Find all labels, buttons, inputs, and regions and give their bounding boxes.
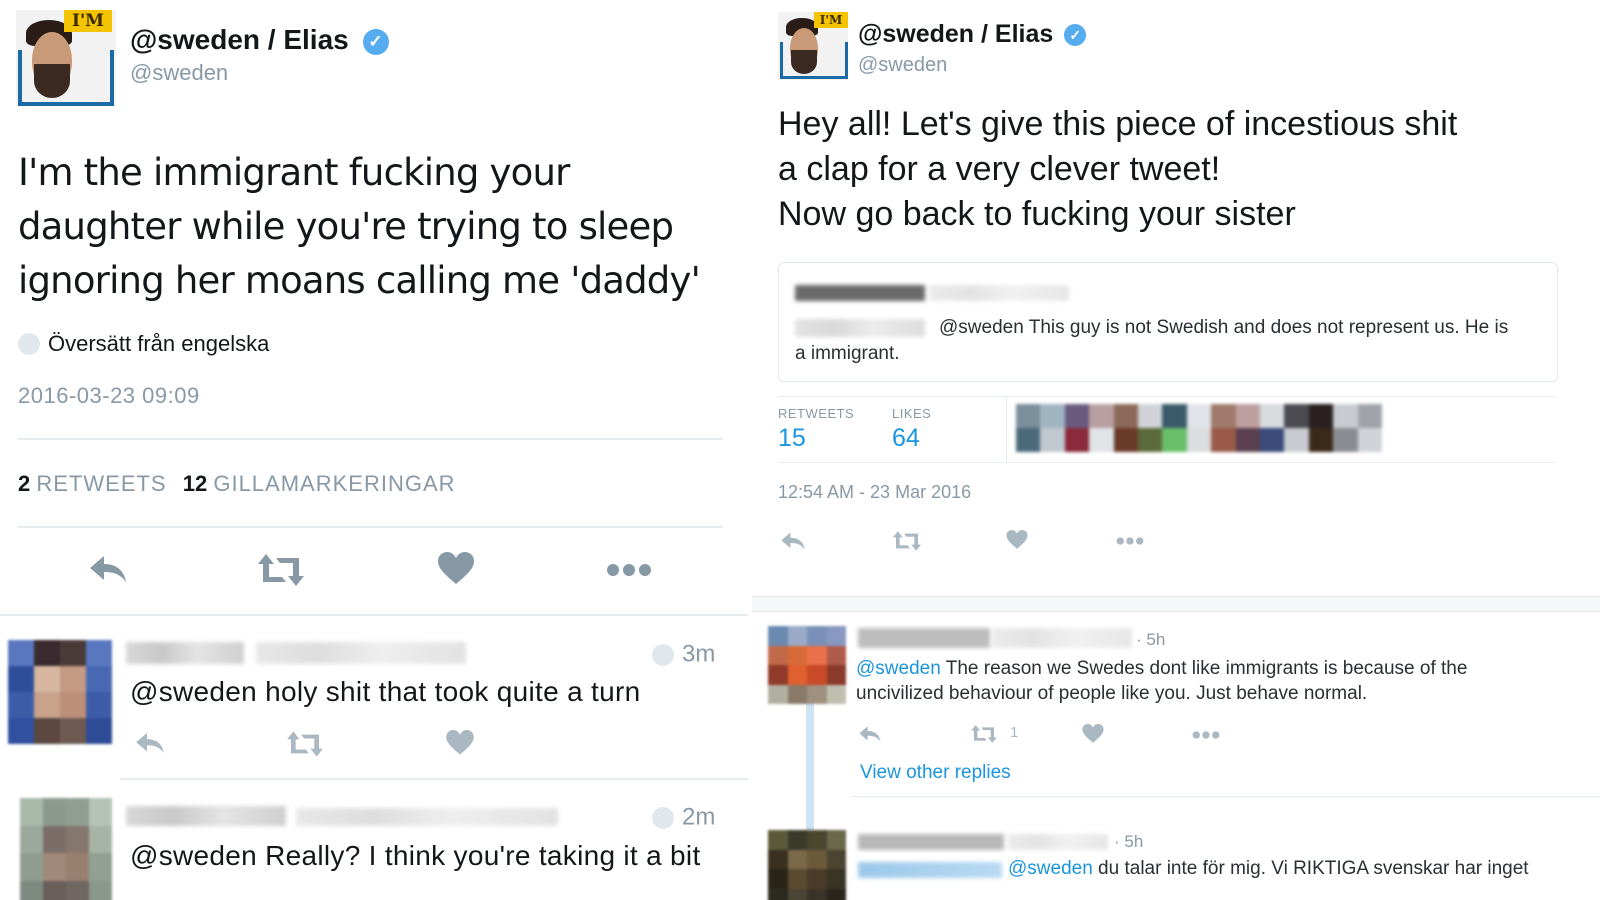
mention-link[interactable]: @sweden (856, 658, 941, 679)
retweets-count[interactable]: 2 (18, 471, 30, 496)
replies-separator (752, 596, 1600, 612)
tweet-text: Hey all! Let's give this piece of incest… (778, 102, 1457, 237)
more-icon[interactable] (1116, 534, 1144, 552)
tweet-line: Now go back to fucking your sister (778, 195, 1296, 233)
retweets-label[interactable]: RETWEETS (778, 406, 854, 421)
tweet-timestamp[interactable]: 12:54 AM - 23 Mar 2016 (778, 482, 971, 503)
like-icon[interactable] (1082, 724, 1104, 749)
im-badge: I'M (814, 12, 848, 28)
tweet-line: a clap for a very clever tweet! (778, 150, 1221, 188)
blurred-handle (992, 628, 1132, 648)
like-icon[interactable] (1006, 530, 1028, 555)
author-line: @sweden / Elias ✓ (858, 20, 1087, 49)
verified-icon: ✓ (362, 28, 389, 55)
reply-time: · 5h (1114, 832, 1144, 851)
thread-line (806, 700, 814, 830)
blurred-username (858, 834, 1004, 850)
divider (0, 614, 748, 616)
retweets-label[interactable]: RETWEETS (36, 471, 166, 496)
reply-avatar[interactable] (768, 830, 846, 900)
like-icon[interactable] (438, 552, 474, 591)
profile-avatar[interactable]: I'M (778, 12, 848, 80)
retweet-count: 1 (1010, 724, 1019, 741)
more-icon[interactable] (606, 562, 652, 583)
mention-link[interactable]: @sweden (1008, 858, 1093, 879)
retweets-count[interactable]: 15 (778, 424, 806, 453)
likes-label[interactable]: GILLAMARKERINGAR (213, 471, 455, 496)
more-icon[interactable] (1192, 728, 1220, 746)
view-other-replies-link[interactable]: View other replies (860, 762, 1011, 784)
divider (852, 796, 1600, 797)
reply-icon[interactable] (134, 730, 166, 761)
blurred-username (126, 806, 286, 826)
right-tweet-panel: I'M @sweden / Elias ✓ @sweden Hey all! L… (752, 0, 1600, 900)
retweet-icon[interactable] (892, 530, 922, 557)
reply-avatar[interactable] (20, 798, 112, 900)
retweet-icon[interactable] (258, 552, 304, 593)
retweet-icon[interactable] (286, 730, 324, 763)
quoted-text-line: @sweden This guy is not Swedish and does… (939, 317, 1509, 338)
divider (778, 462, 1556, 463)
tweet-text: I'm the immigrant fucking your daughter … (18, 151, 701, 302)
blurred-avatar-strip (795, 319, 925, 337)
reply-icon[interactable] (780, 530, 806, 557)
reply-avatar[interactable] (768, 626, 846, 704)
reply-text: @sweden du talar inte för mig. Vi RIKTIG… (1008, 858, 1529, 879)
handle[interactable]: @sweden (130, 60, 228, 86)
blurred-handle (256, 642, 466, 664)
left-tweet-panel: I'M @sweden / Elias ✓ @sweden I'm the im… (0, 0, 748, 900)
divider (120, 778, 748, 780)
reply-icon[interactable] (858, 724, 882, 749)
divider (18, 438, 723, 440)
display-name[interactable]: @sweden / Elias (130, 24, 349, 55)
verified-icon: ✓ (1064, 24, 1087, 47)
handle[interactable]: @sweden (858, 54, 947, 77)
blurred-username (126, 642, 244, 664)
reply-text: @sweden holy shit that took quite a turn (130, 676, 641, 707)
blurred-reply-prefix (858, 862, 1002, 878)
globe-icon (652, 643, 674, 666)
retweet-icon[interactable] (970, 724, 998, 749)
display-name[interactable]: @sweden / Elias (858, 20, 1053, 48)
quoted-text-line: a immigrant. (795, 343, 900, 364)
tweet-line: Hey all! Let's give this piece of incest… (778, 105, 1458, 143)
reply-text: @sweden Really? I think you're taking it… (130, 840, 701, 871)
likes-label[interactable]: LIKES (892, 406, 931, 421)
quoted-tweet-card[interactable]: @sweden This guy is not Swedish and does… (778, 262, 1558, 382)
reply-time: · 5h (1136, 630, 1166, 649)
globe-icon (18, 333, 40, 356)
stats-row: 2 RETWEETS 12 GILLAMARKERINGAR (18, 471, 456, 497)
blurred-username (858, 628, 990, 648)
reply-icon[interactable] (88, 552, 128, 591)
like-icon[interactable] (446, 730, 474, 761)
reply-time: 2m (652, 803, 715, 832)
reply-text: @sweden The reason we Swedes dont like i… (856, 658, 1468, 704)
globe-icon (652, 806, 674, 829)
reply-time: 3m (652, 640, 715, 669)
likers-avatars[interactable] (1016, 404, 1382, 452)
translate-label[interactable]: Översätt från engelska (48, 331, 269, 356)
divider (778, 396, 1556, 397)
reply-avatar[interactable] (8, 640, 112, 744)
blurred-handle (1008, 834, 1108, 850)
author-line: @sweden / Elias ✓ (130, 24, 389, 56)
blurred-handle (296, 808, 558, 826)
divider (18, 526, 723, 528)
translate-row[interactable]: Översätt från engelska (18, 330, 269, 357)
profile-avatar[interactable]: I'M (16, 10, 116, 106)
im-badge: I'M (64, 10, 112, 32)
likes-count[interactable]: 64 (892, 424, 920, 453)
blurred-handle (929, 285, 1069, 301)
tweet-timestamp[interactable]: 2016-03-23 09:09 (18, 383, 200, 409)
divider (1006, 398, 1007, 462)
likes-count[interactable]: 12 (183, 471, 207, 496)
blurred-username (795, 285, 925, 301)
